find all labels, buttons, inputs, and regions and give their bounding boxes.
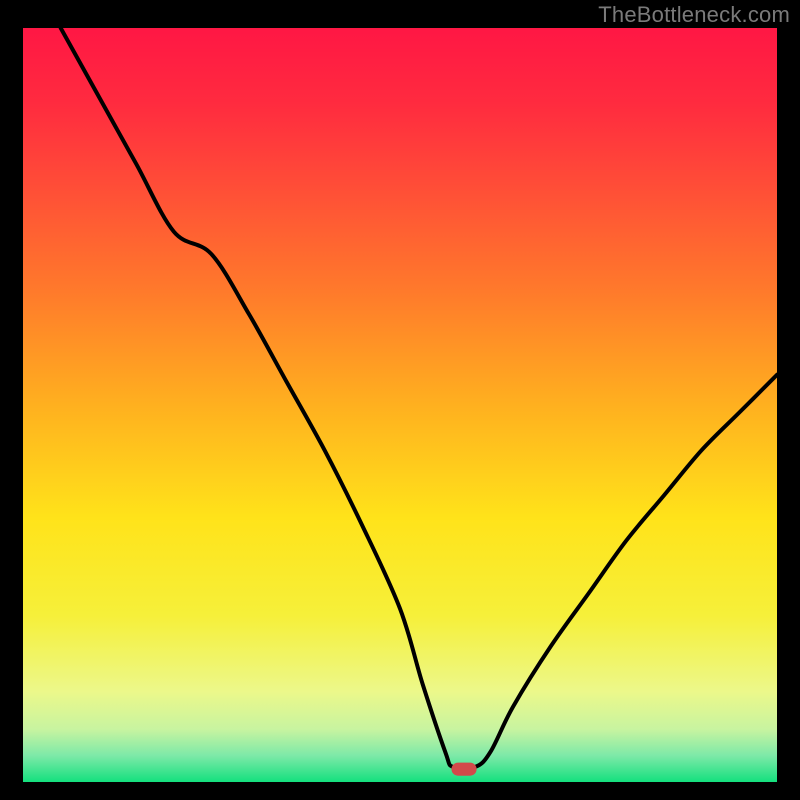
optimal-point-marker: [452, 763, 476, 775]
bottleneck-chart: [23, 28, 777, 782]
chart-frame: [23, 28, 777, 782]
watermark-text: TheBottleneck.com: [598, 2, 790, 28]
chart-background: [23, 28, 777, 782]
